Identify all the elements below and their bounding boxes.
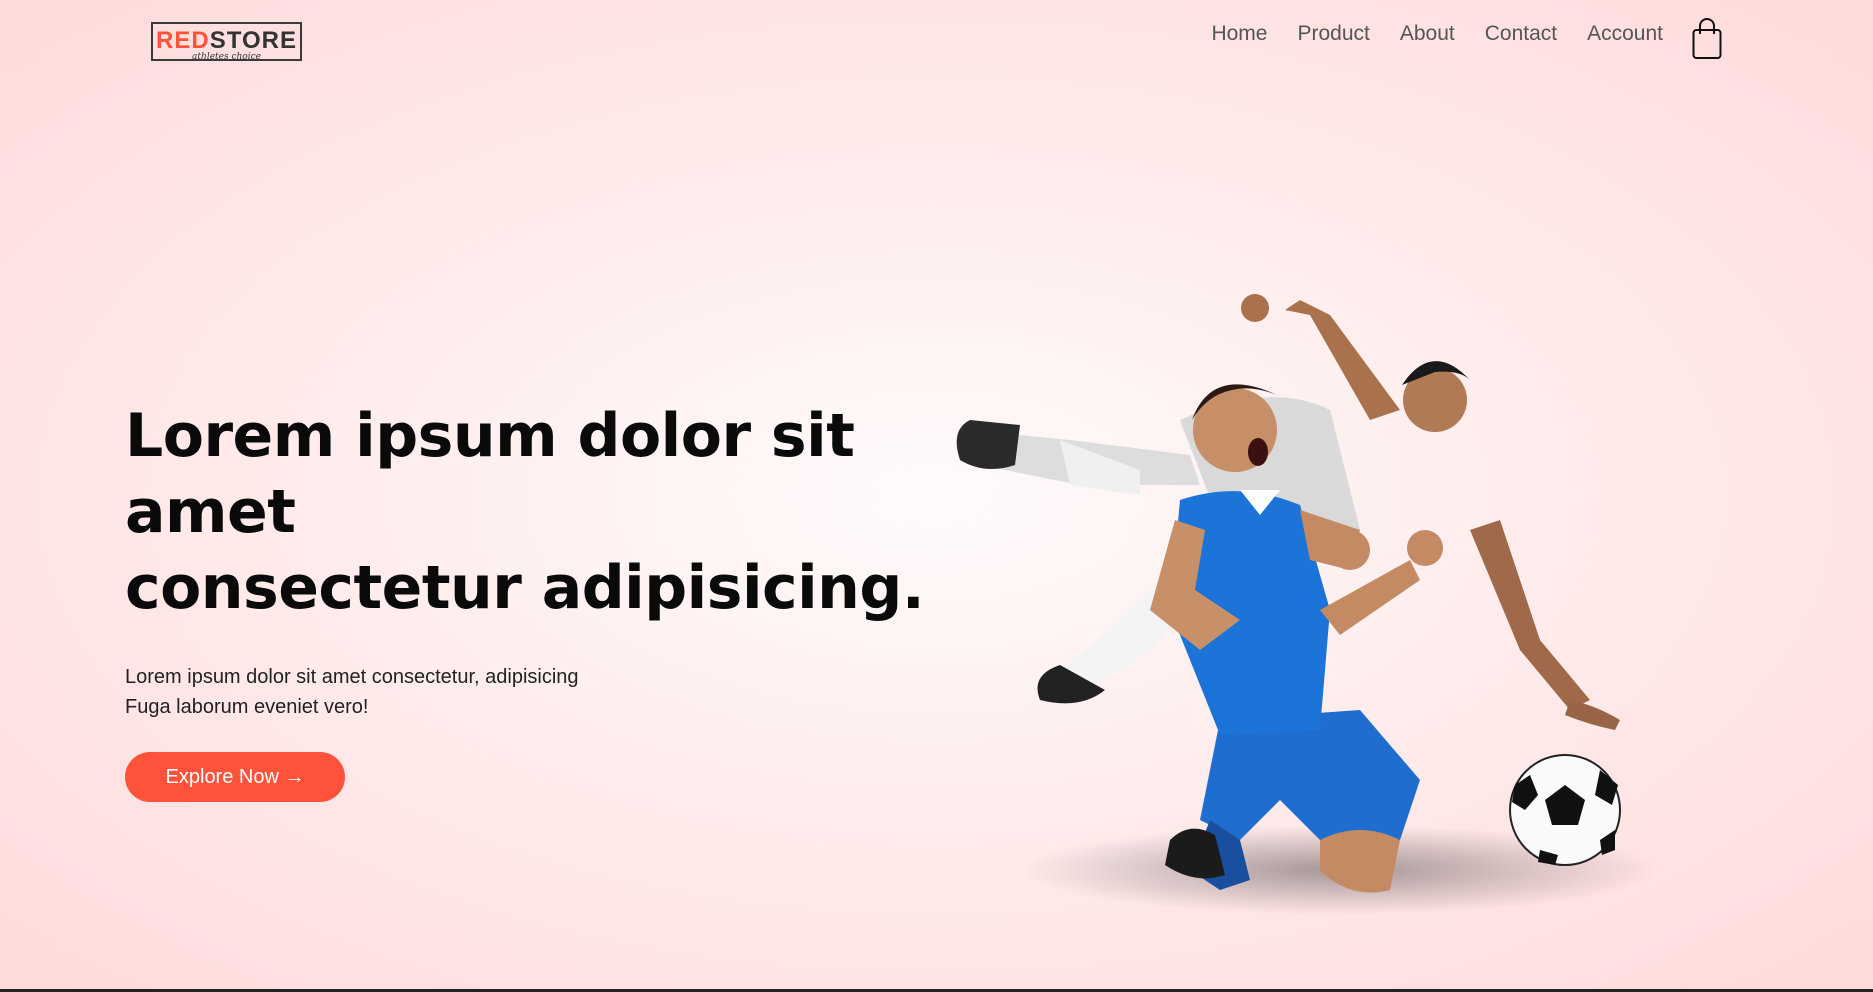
hero-title-line: Lorem ipsum dolor sit xyxy=(125,401,855,471)
nav-product[interactable]: Product xyxy=(1297,22,1369,46)
logo-wordmark: REDSTORE xyxy=(153,29,300,53)
nav-home[interactable]: Home xyxy=(1211,22,1267,46)
hero-subtitle-line: Fuga laborum eveniet vero! xyxy=(125,696,369,718)
page: REDSTORE athletes choice Home Product Ab… xyxy=(0,0,1873,992)
hero-text: Lorem ipsum dolor sit amet consectetur a… xyxy=(125,398,925,742)
shopping-bag-icon[interactable] xyxy=(1692,18,1722,60)
soccer-ball xyxy=(1509,754,1621,866)
hero-title: Lorem ipsum dolor sit amet consectetur a… xyxy=(125,398,925,626)
redstore-logo[interactable]: REDSTORE athletes choice xyxy=(151,22,302,62)
main-nav: Home Product About Contact Account xyxy=(1211,22,1663,46)
logo-wordmark-red: RED xyxy=(156,27,210,54)
hero-title-line: consectetur adipisicing. xyxy=(125,553,925,623)
nav-about[interactable]: About xyxy=(1400,22,1455,46)
hero-title-line: amet xyxy=(125,477,296,547)
soccer-players-image xyxy=(940,280,1720,920)
site-header: REDSTORE athletes choice Home Product Ab… xyxy=(0,0,1873,90)
nav-contact[interactable]: Contact xyxy=(1485,22,1557,46)
logo-tagline: athletes choice xyxy=(192,52,261,62)
nav-account[interactable]: Account xyxy=(1587,22,1663,46)
hero-subtitle-line: Lorem ipsum dolor sit amet consectetur, … xyxy=(125,666,579,688)
hero-subtitle: Lorem ipsum dolor sit amet consectetur, … xyxy=(125,662,925,722)
explore-now-button[interactable]: Explore Now → xyxy=(125,752,345,802)
logo-wordmark-dark: STORE xyxy=(209,27,297,54)
